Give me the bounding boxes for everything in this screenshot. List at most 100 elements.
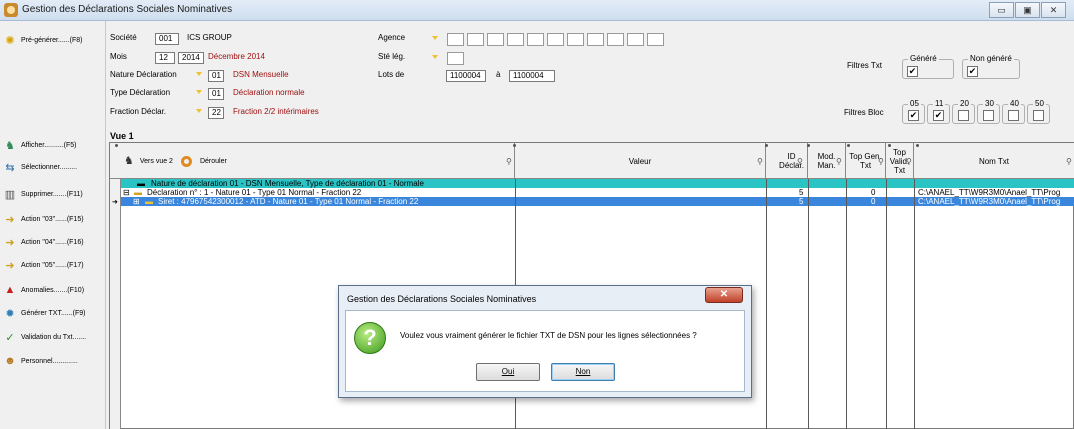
agence-field[interactable]	[527, 33, 544, 46]
sidebar-item-anomalies[interactable]: ▲ Anomalies.......(F10)	[3, 279, 103, 301]
table-row[interactable]: ▬ Nature de déclaration 01 - DSN Mensuel…	[121, 179, 1074, 188]
sidebar-item-label: Validation du Txt.......	[21, 333, 87, 341]
column-divider	[846, 179, 847, 429]
genere-label: Généré	[908, 54, 939, 63]
bloc-checkbox-40[interactable]	[1008, 110, 1019, 121]
window-title: Gestion des Déclarations Sociales Nomina…	[22, 4, 233, 15]
folder-icon: ▬	[137, 179, 145, 188]
agence-field[interactable]	[567, 33, 584, 46]
fraction-code-field[interactable]: 22	[208, 107, 224, 119]
non-genere-checkbox[interactable]: ✔	[967, 66, 978, 77]
bloc-checkbox-30[interactable]	[983, 110, 994, 121]
sidebar-item-validation-txt[interactable]: ✓ Validation du Txt.......	[3, 326, 103, 348]
binoculars-icon: ♞	[5, 139, 15, 152]
column-valeur[interactable]: Valeur	[515, 143, 766, 179]
trash-icon: ▥	[4, 188, 16, 201]
bloc-group-11: 11 ✔	[927, 99, 950, 124]
bloc-label-20: 20	[958, 99, 971, 108]
collapse-icon[interactable]: ⊟	[123, 188, 130, 197]
row-label: Siret : 47967542300012 - ATD - Nature 01…	[158, 197, 419, 206]
agence-field[interactable]	[587, 33, 604, 46]
vue-title: Vue 1	[110, 131, 134, 141]
nature-code-field[interactable]: 01	[208, 70, 224, 82]
sidebar-item-label: Action "03"......(F15)	[21, 215, 84, 223]
table-row[interactable]: ⊞ ▬ Siret : 47967542300012 - ATD - Natur…	[121, 197, 1074, 206]
agence-field[interactable]	[607, 33, 624, 46]
sidebar-item-label: Action "05"......(F17)	[21, 261, 84, 269]
type-code-field[interactable]: 01	[208, 88, 224, 100]
bloc-checkbox-11[interactable]: ✔	[933, 110, 944, 121]
close-button[interactable]: ✕	[1041, 2, 1066, 18]
search-icon[interactable]: ⚲	[797, 157, 803, 166]
question-icon: ?	[354, 322, 386, 354]
derouler-icon[interactable]	[180, 155, 192, 167]
window-controls: ▭ ▣ ✕	[988, 2, 1066, 18]
bloc-group-30: 30	[977, 99, 1000, 124]
no-button[interactable]: Non	[551, 363, 615, 381]
search-icon[interactable]: ⚲	[906, 157, 912, 166]
dialog-body: ? Voulez vous vraiment générer le fichie…	[345, 310, 745, 392]
agence-field[interactable]	[447, 33, 464, 46]
column-tree[interactable]: ♞ Vers vue 2 Dérouler	[110, 143, 515, 179]
agence-field[interactable]	[507, 33, 524, 46]
maximize-button[interactable]: ▣	[1015, 2, 1040, 18]
sidebar-item-afficher[interactable]: ♞ Afficher..........(F5)	[3, 134, 103, 156]
folder-icon: ▬	[134, 188, 142, 197]
table-row[interactable]: ⊟ ▬ Déclaration n° : 1 - Nature 01 - Typ…	[121, 188, 1074, 197]
agence-field[interactable]	[487, 33, 504, 46]
dropdown-arrow-icon[interactable]	[196, 109, 202, 113]
sidebar-item-action-04[interactable]: ➜ Action "04"......(F16)	[3, 231, 103, 253]
lots-to-field[interactable]: 1100004	[509, 70, 555, 82]
genere-checkbox[interactable]: ✔	[907, 66, 918, 77]
sidebar-item-pregenerer[interactable]: ✺ Pré-générer......(F8)	[3, 29, 103, 51]
agence-field[interactable]	[627, 33, 644, 46]
sidebar-item-personnel[interactable]: ☻ Personnel.............	[3, 350, 103, 372]
mois-year-field[interactable]: 2014	[178, 52, 204, 64]
expand-icon[interactable]: ⊞	[133, 197, 140, 206]
sidebar-item-action-03[interactable]: ➜ Action "03"......(F15)	[3, 208, 103, 230]
dropdown-arrow-icon[interactable]	[432, 36, 438, 40]
agence-field[interactable]	[647, 33, 664, 46]
vers-vue-button[interactable]: Vers vue 2	[140, 157, 173, 166]
type-label: Type Déclaration	[110, 88, 171, 97]
search-icon[interactable]: ⚲	[836, 157, 842, 166]
column-nom-txt[interactable]: Nom Txt	[914, 143, 1074, 179]
dropdown-arrow-icon[interactable]	[196, 90, 202, 94]
search-icon[interactable]: ⚲	[757, 157, 763, 166]
sidebar-item-label: Supprimer.......(F11)	[21, 190, 83, 198]
societe-code-field[interactable]: 001	[155, 33, 179, 45]
sidebar: ✺ Pré-générer......(F8) ♞ Afficher......…	[0, 21, 106, 429]
mois-text: Décembre 2014	[208, 52, 265, 61]
search-icon[interactable]: ⚲	[506, 157, 512, 166]
lots-from-field[interactable]: 1100004	[446, 70, 486, 82]
sidebar-item-selectionner[interactable]: ⇆ Sélectionner.........	[3, 156, 103, 178]
search-icon[interactable]: ⚲	[878, 157, 884, 166]
row-nom-txt: C:\ANAEL_TT\W9R3M0\Anael_TT\Prog	[918, 197, 1061, 206]
dropdown-arrow-icon[interactable]	[196, 72, 202, 76]
derouler-button[interactable]: Dérouler	[200, 157, 227, 166]
column-divider	[808, 179, 809, 429]
arrow-right-icon: ➜	[5, 259, 15, 272]
bloc-checkbox-20[interactable]	[958, 110, 969, 121]
agence-field[interactable]	[547, 33, 564, 46]
column-divider	[766, 179, 767, 429]
sidebar-item-action-05[interactable]: ➜ Action "05"......(F17)	[3, 254, 103, 276]
type-text: Déclaration normale	[233, 88, 305, 97]
bloc-checkbox-05[interactable]: ✔	[908, 110, 919, 121]
yes-button[interactable]: Oui	[476, 363, 540, 381]
header-form: Société 001 ICS GROUP Mois 12 2014 Décem…	[107, 21, 1074, 128]
bloc-label-05: 05	[908, 99, 921, 108]
agence-field[interactable]	[467, 33, 484, 46]
lots-label: Lots de	[378, 70, 405, 79]
sidebar-item-supprimer[interactable]: ▥ Supprimer.......(F11)	[3, 183, 103, 205]
yes-button-label: Oui	[501, 367, 515, 376]
mois-month-field[interactable]: 12	[155, 52, 175, 64]
minimize-button[interactable]: ▭	[989, 2, 1014, 18]
binoculars-icon[interactable]: ♞	[124, 155, 134, 166]
search-icon[interactable]: ⚲	[1066, 157, 1072, 166]
dropdown-arrow-icon[interactable]	[432, 55, 438, 59]
sidebar-item-generer-txt[interactable]: ✹ Générer TXT......(F9)	[3, 302, 103, 324]
steleg-field[interactable]	[447, 52, 464, 65]
dialog-close-button[interactable]: ✕	[705, 287, 743, 303]
bloc-checkbox-50[interactable]	[1033, 110, 1044, 121]
